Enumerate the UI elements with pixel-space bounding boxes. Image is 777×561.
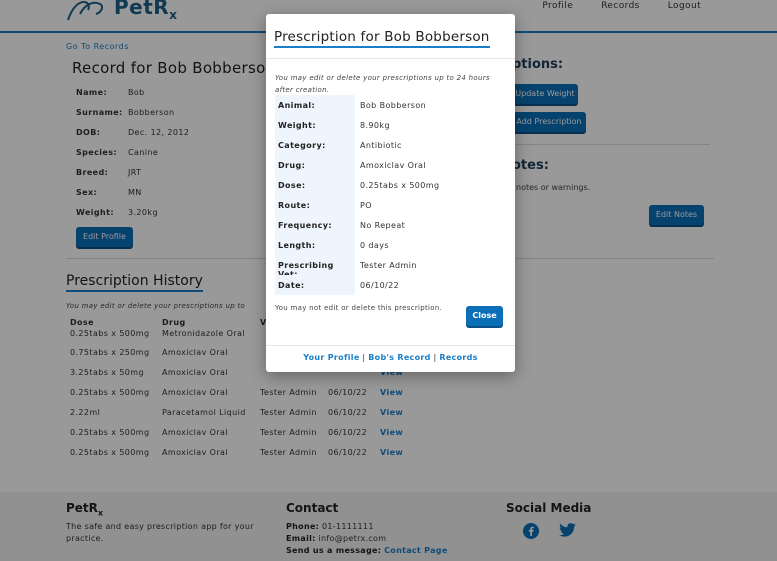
prescription-details: Animal: Bob Bobberson Weight: 8.90kg Categ… (275, 95, 505, 295)
detail-label: Frequency: (275, 215, 355, 235)
detail-value: Tester Admin (360, 261, 417, 270)
link-separator: | (362, 353, 366, 362)
detail-row-weight: Weight: 8.90kg (275, 115, 505, 135)
detail-label: Route: (275, 195, 355, 215)
detail-value: No Repeat (360, 221, 406, 230)
detail-row-animal: Animal: Bob Bobberson (275, 95, 505, 115)
detail-label: Dose: (275, 175, 355, 195)
detail-row-frequency: Frequency: No Repeat (275, 215, 505, 235)
close-button[interactable]: Close (466, 306, 503, 326)
detail-value: Antibiotic (360, 141, 402, 150)
detail-label: Date: (275, 275, 355, 295)
detail-value: Amoxiclav Oral (360, 161, 426, 170)
detail-value: 06/10/22 (360, 281, 400, 290)
detail-value: PO (360, 201, 372, 210)
modal-title: Prescription for Bob Bobberson (274, 29, 490, 48)
detail-label: Weight: (275, 115, 355, 135)
detail-value: Bob Bobberson (360, 101, 427, 110)
detail-row-drug: Drug: Amoxiclav Oral (275, 155, 505, 175)
detail-label: Category: (275, 135, 355, 155)
divider (266, 345, 515, 346)
detail-label: Length: (275, 235, 355, 255)
modal-note: You may edit or delete your prescription… (275, 74, 490, 94)
link-separator: | (433, 353, 437, 362)
prescription-modal: Prescription for Bob Bobberson You may e… (266, 14, 515, 372)
your-profile-link[interactable]: Your Profile (303, 353, 359, 362)
modal-footer-links: Your Profile | Bob's Record | Records (266, 353, 515, 362)
detail-row-length: Length: 0 days (275, 235, 505, 255)
divider (266, 58, 515, 59)
detail-label: Prescribing Vet: (275, 255, 355, 279)
detail-label: Animal: (275, 95, 355, 115)
detail-label: Drug: (275, 155, 355, 175)
detail-value: 0 days (360, 241, 389, 250)
detail-value: 0.25tabs x 500mg (360, 181, 440, 190)
cannot-edit-message: You may not edit or delete this prescrip… (275, 304, 443, 312)
detail-row-vet: Prescribing Vet: Tester Admin (275, 255, 505, 279)
detail-row-category: Category: Antibiotic (275, 135, 505, 155)
records-link[interactable]: Records (439, 353, 477, 362)
detail-row-dose: Dose: 0.25tabs x 500mg (275, 175, 505, 195)
bobs-record-link[interactable]: Bob's Record (368, 353, 430, 362)
detail-row-route: Route: PO (275, 195, 505, 215)
detail-value: 8.90kg (360, 121, 390, 130)
detail-row-date: Date: 06/10/22 (275, 275, 505, 295)
